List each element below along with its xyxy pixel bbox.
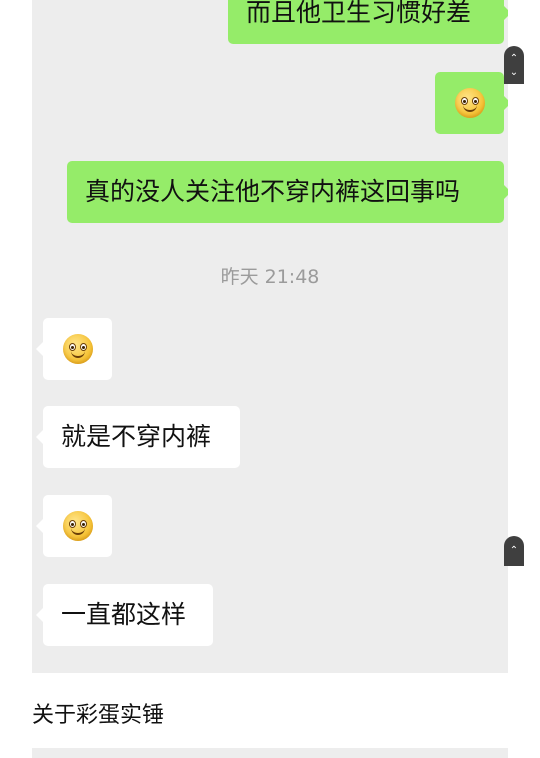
message-text: 而且他卫生习惯好差: [246, 0, 472, 27]
article-caption: 关于彩蛋实锤: [32, 703, 165, 728]
outgoing-message-bubble: 真的没人关注他不穿内裤这回事吗: [67, 161, 508, 223]
chevron-down-icon: ⌄: [509, 67, 519, 78]
outgoing-message-bubble: 而且他卫生习惯好差: [228, 0, 508, 44]
chat-timestamp: 昨天 21:48: [220, 266, 320, 288]
incoming-emoji-bubble: [36, 495, 112, 557]
incoming-message-bubble: 就是不穿内裤: [36, 406, 240, 468]
incoming-message-bubble: 一直都这样: [36, 584, 213, 646]
chevron-up-icon: ⌃: [509, 53, 519, 64]
chat-screenshot: 而且他卫生习惯好差 真的没人关注他不穿内裤这回事吗 昨天 21:48 就是不穿内…: [32, 0, 508, 673]
smile-emoji-icon: [454, 88, 485, 118]
page: 而且他卫生习惯好差 真的没人关注他不穿内裤这回事吗 昨天 21:48 就是不穿内…: [0, 0, 540, 758]
incoming-emoji-bubble: [36, 318, 112, 380]
message-text: 真的没人关注他不穿内裤这回事吗: [85, 177, 461, 206]
outgoing-emoji-bubble: [435, 72, 508, 134]
message-text: 就是不穿内裤: [61, 422, 212, 451]
next-screenshot-edge: [32, 748, 508, 758]
smile-emoji-icon: [62, 511, 93, 541]
scroll-up-down-button[interactable]: ⌃ ⌄: [504, 46, 524, 84]
smile-emoji-icon: [62, 334, 93, 364]
chevron-up-icon: ⌃: [509, 545, 519, 556]
message-text: 一直都这样: [61, 600, 187, 629]
scroll-up-button[interactable]: ⌃: [504, 536, 524, 566]
